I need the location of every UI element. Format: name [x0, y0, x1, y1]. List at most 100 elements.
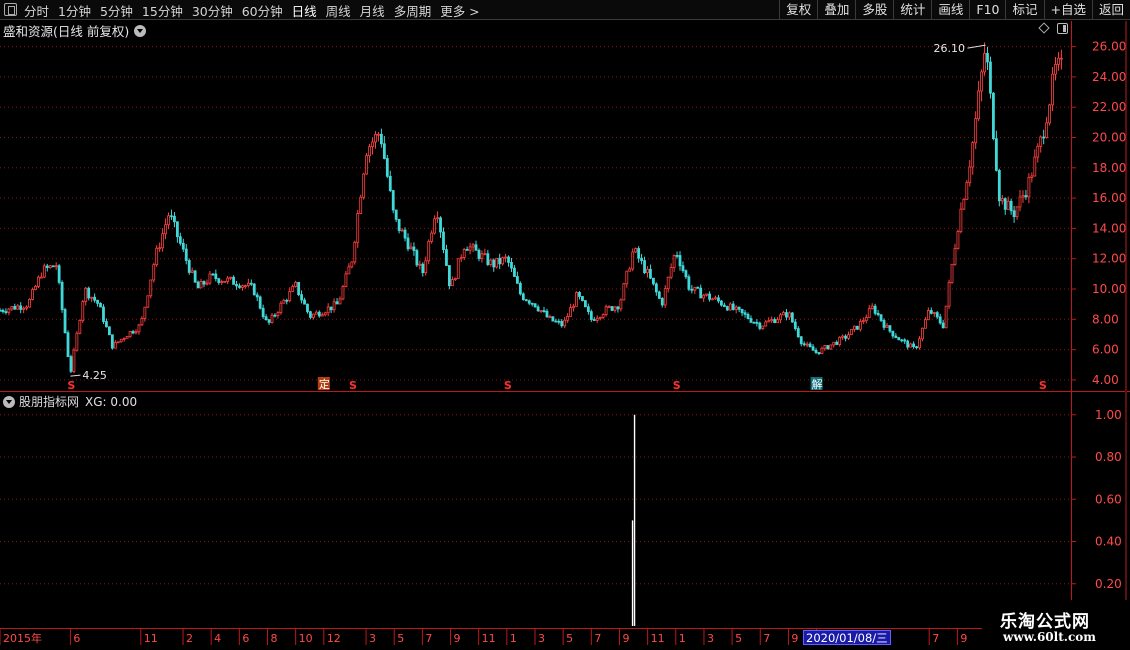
- candle-body: [782, 312, 785, 316]
- candle-body: [303, 299, 306, 305]
- candle-body: [702, 294, 706, 299]
- candle-body: [371, 141, 374, 148]
- price-tick-label: 24.00: [1092, 70, 1126, 84]
- candle-body: [989, 61, 992, 94]
- candle-body: [986, 52, 989, 63]
- candle-body: [385, 158, 389, 177]
- candle-body: [548, 316, 552, 319]
- date-label: 5: [735, 632, 742, 645]
- candle-body: [483, 253, 487, 256]
- date-label: 3: [538, 632, 545, 645]
- candle-body: [137, 324, 141, 333]
- candle-body: [332, 301, 336, 311]
- candle-body: [932, 312, 936, 315]
- candle-body: [835, 341, 839, 345]
- candle-body: [725, 306, 729, 311]
- candle-body: [654, 283, 658, 293]
- candle-body: [93, 296, 97, 301]
- date-label: 9: [454, 632, 461, 645]
- date-label: 9: [960, 632, 967, 645]
- candle-body: [1, 309, 5, 312]
- candle-body: [740, 308, 744, 314]
- candle-body: [220, 281, 224, 283]
- candle-body: [616, 306, 620, 310]
- candle-body: [442, 231, 445, 251]
- candle-body: [625, 270, 629, 285]
- candle-body: [551, 316, 555, 322]
- candle-body: [956, 231, 960, 250]
- date-label: 1: [510, 632, 517, 645]
- candle-body: [598, 316, 602, 319]
- candle-body: [847, 334, 850, 339]
- candle-body: [276, 312, 280, 316]
- candle-body: [900, 339, 904, 342]
- price-tick-label: 20.00: [1092, 131, 1126, 145]
- candle-body: [294, 281, 298, 287]
- candle-body: [767, 320, 771, 323]
- candle-body: [10, 306, 14, 310]
- candle-body: [261, 307, 265, 318]
- candle-body: [1021, 195, 1025, 198]
- candle-body: [811, 346, 815, 351]
- candle-body: [356, 213, 360, 243]
- candle-body: [456, 258, 460, 279]
- candle-body: [524, 299, 528, 302]
- candle-body: [25, 306, 29, 309]
- candle-body: [119, 338, 123, 343]
- candle-body: [649, 268, 652, 279]
- event-marker-s: S: [1039, 379, 1047, 392]
- candle-body: [844, 335, 847, 339]
- date-label: 7: [763, 632, 770, 645]
- candle-body: [90, 296, 94, 299]
- candle-body: [566, 316, 570, 321]
- candle-body: [796, 328, 800, 338]
- candle-body: [536, 306, 540, 312]
- candle-body: [477, 249, 481, 259]
- candle-body: [799, 336, 803, 345]
- candle-body: [377, 133, 380, 136]
- date-label: 12: [327, 632, 341, 645]
- candle-body: [128, 331, 132, 337]
- candle-body: [720, 300, 723, 306]
- candle-body: [1048, 104, 1051, 124]
- candle-body: [696, 286, 700, 289]
- date-label: 11: [482, 632, 496, 645]
- candle-body: [888, 325, 892, 332]
- candle-body: [72, 349, 76, 372]
- price-tick-label: 26.00: [1092, 40, 1126, 54]
- candle-body: [758, 322, 762, 329]
- candle-body: [743, 312, 747, 315]
- candle-body: [560, 321, 564, 327]
- candle-body: [542, 310, 546, 312]
- high-label: 26.10: [934, 42, 966, 55]
- candle-body: [578, 292, 581, 297]
- candle-body: [586, 306, 590, 313]
- candle-body: [504, 256, 507, 259]
- candle-body: [13, 306, 17, 310]
- candle-body: [199, 280, 203, 289]
- candle-body: [589, 311, 593, 320]
- candle-body: [249, 282, 253, 285]
- candle-body: [418, 263, 422, 266]
- candle-body: [510, 262, 513, 269]
- candle-body: [601, 314, 605, 318]
- watermark-url: www.60lt.com: [1003, 630, 1096, 644]
- candle-body: [57, 265, 61, 283]
- candle-body: [102, 306, 105, 322]
- candle-body: [471, 244, 475, 248]
- candle-body: [430, 232, 434, 242]
- candle-body: [317, 311, 321, 317]
- candle-body: [687, 276, 691, 290]
- candle-body: [19, 305, 23, 310]
- candle-body: [193, 270, 197, 283]
- date-label: 7: [932, 632, 939, 645]
- date-label: 1: [679, 632, 686, 645]
- candle-body: [882, 320, 886, 328]
- candle-body: [1003, 198, 1007, 210]
- candle-body: [63, 309, 67, 334]
- candle-body: [652, 277, 655, 285]
- candle-body: [122, 337, 126, 340]
- candle-body: [619, 299, 623, 310]
- chart-area[interactable]: 4.006.008.0010.0012.0014.0016.0018.0020.…: [0, 0, 1130, 650]
- candle-body: [42, 265, 46, 278]
